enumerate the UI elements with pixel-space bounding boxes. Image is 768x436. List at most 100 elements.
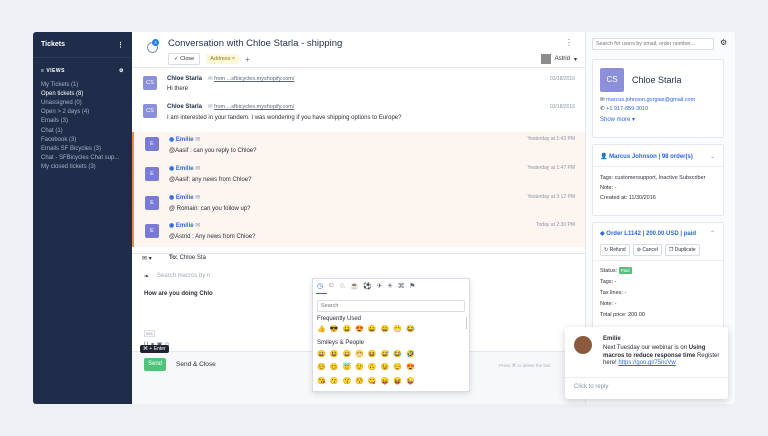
chat-sender: Emilie: [603, 336, 621, 342]
avatar: E: [145, 224, 159, 238]
more-icon[interactable]: ⋮: [565, 38, 573, 47]
emoji[interactable]: 🙃: [368, 363, 377, 371]
emoji[interactable]: 😍: [406, 363, 415, 371]
chevron-up-icon[interactable]: ⌃: [710, 230, 715, 237]
emoji[interactable]: 😀: [368, 325, 377, 333]
emoji[interactable]: 😀: [342, 325, 351, 333]
emoji[interactable]: 😗: [330, 377, 339, 385]
sidebar-item-emails-sf-bicycles[interactable]: Emails SF Bicycles (3): [33, 144, 132, 153]
message-sender: Chloe Starla: [167, 76, 203, 82]
add-tag-button[interactable]: +: [245, 55, 250, 64]
emoji[interactable]: ☺️: [317, 363, 326, 371]
emoji[interactable]: 😛: [381, 377, 390, 385]
animal-icon[interactable]: ♘: [339, 282, 345, 290]
reply-body[interactable]: How are you doing Chlo: [144, 291, 213, 297]
customer-phone[interactable]: ✆ +1 917-859-3010: [600, 106, 648, 112]
emoji[interactable]: 😘: [317, 377, 326, 385]
emoji[interactable]: 😊: [330, 363, 339, 371]
emoji[interactable]: 🤣: [406, 350, 415, 358]
webinar-link[interactable]: https://goo.gl/75ncVw: [618, 360, 675, 366]
emoji[interactable]: 😋: [368, 377, 377, 385]
emoji[interactable]: 😝: [393, 377, 402, 385]
shop-note: Note: -: [600, 185, 617, 191]
recipient-field[interactable]: To: Chloe Sta: [169, 255, 206, 261]
chat-widget[interactable]: Emilie Next Tuesday our webinar is on Us…: [565, 327, 728, 399]
sidebar-item-chat-sfbicycles[interactable]: Chat - SFBicycles Chat sup...: [33, 154, 132, 163]
message-text: I am interested in your tandem. I was wo…: [167, 115, 402, 121]
emoji[interactable]: 😆: [368, 350, 377, 358]
chevron-down-icon[interactable]: ⌄: [710, 153, 715, 160]
chat-reply-input[interactable]: Click to reply: [574, 384, 608, 390]
assignee-dropdown[interactable]: Astrid ▾: [540, 54, 577, 64]
address-tag[interactable]: Address ×: [206, 54, 240, 64]
order-title[interactable]: ◆ Order L1142 | 200.00 USD | paid: [600, 230, 696, 237]
emoji[interactable]: 😅: [381, 350, 390, 358]
smiley-icon[interactable]: ☺: [328, 282, 335, 290]
food-icon[interactable]: ☕: [350, 282, 359, 290]
gear-icon[interactable]: ⚙: [720, 38, 727, 47]
sidebar-item-unassigned[interactable]: Unassigned (0): [33, 98, 132, 107]
message-sender: ◉ Emilie ✉: [169, 166, 201, 172]
send-close-button[interactable]: Send & Close: [172, 358, 220, 371]
sidebar-item-facebook[interactable]: Facebook (3): [33, 135, 132, 144]
macros-search-input[interactable]: Search macros by n: [157, 273, 210, 279]
conversation-header: 3 Conversation with Chloe Starla - shipp…: [132, 32, 585, 68]
emoji[interactable]: 😂: [406, 325, 415, 333]
message-source[interactable]: ✉ from ...sfbicycles.myshopify.com/: [208, 76, 294, 82]
emoji[interactable]: 😄: [342, 350, 351, 358]
emoji[interactable]: 🙂: [355, 363, 364, 371]
flag-icon[interactable]: ⚑: [409, 282, 415, 290]
lightbulb-icon[interactable]: ☀: [387, 282, 393, 290]
emoji[interactable]: 😇: [342, 363, 351, 371]
sidebar-item-open-tickets[interactable]: Open tickets (8): [33, 89, 132, 98]
customer-email[interactable]: ✉ marcus.johnson.gorgias@gmail.com: [600, 97, 695, 103]
emoji[interactable]: 😀: [317, 350, 326, 358]
sidebar-item-emails[interactable]: Emails (3): [33, 117, 132, 126]
sports-icon[interactable]: ⚽: [363, 282, 372, 290]
message-text: @ Romain: can you follow up?: [169, 206, 251, 212]
customer-search-input[interactable]: [592, 38, 714, 50]
attachment-chip[interactable]: sss: [144, 330, 155, 337]
gear-icon[interactable]: ⚙: [119, 68, 124, 74]
close-button[interactable]: ✓ Close: [168, 53, 201, 65]
emoji[interactable]: 😄: [381, 325, 390, 333]
cancel-order-button[interactable]: ⊘ Cancel: [632, 244, 662, 256]
shop-customer-card: 👤 Marcus Johnson | 98 order(s) ⌄ Tags: c…: [592, 144, 724, 216]
emoji[interactable]: 👍: [317, 325, 326, 333]
emoji[interactable]: 😁: [355, 350, 364, 358]
emoji[interactable]: 😌: [393, 363, 402, 371]
symbols-icon[interactable]: ⌘: [398, 282, 405, 290]
scrollbar[interactable]: [465, 317, 467, 329]
reply-channel-select[interactable]: ✉ ▾: [142, 255, 152, 262]
order-actions: ↻ Refund ⊘ Cancel ❐ Duplicate: [600, 244, 700, 256]
emoji[interactable]: 😙: [342, 377, 351, 385]
emoji[interactable]: 😜: [406, 377, 415, 385]
emoji-row: 😘 😗 😙 😚 😋 😛 😝 😜: [317, 377, 415, 385]
message-source[interactable]: ✉ from ...sfbicycles.myshopify.com/: [208, 104, 294, 110]
emoji[interactable]: 😚: [355, 377, 364, 385]
duplicate-button[interactable]: ❐ Duplicate: [664, 244, 700, 256]
shop-customer-title[interactable]: 👤 Marcus Johnson | 98 order(s): [600, 153, 693, 160]
show-more-link[interactable]: Show more ▾: [600, 116, 635, 123]
sidebar-item-my-tickets[interactable]: My Tickets (1): [33, 80, 132, 89]
message-item: CS Chloe Starla ✉ from ...sfbicycles.mys…: [132, 69, 585, 96]
emoji[interactable]: 😃: [330, 350, 339, 358]
user-icon: 👤: [600, 154, 608, 160]
emoji[interactable]: 😂: [393, 350, 402, 358]
sidebar-item-my-closed-tickets[interactable]: My closed tickets (3): [33, 163, 132, 172]
sidebar-item-open-2-days[interactable]: Open > 2 days (4): [33, 108, 132, 117]
send-button[interactable]: Send: [144, 358, 166, 371]
emoji[interactable]: 😍: [355, 325, 364, 333]
emoji[interactable]: 😉: [381, 363, 390, 371]
message-time: Yesterday at 3:12 PM: [527, 194, 575, 200]
refund-button[interactable]: ↻ Refund: [600, 244, 630, 256]
clock-icon[interactable]: ◷: [317, 282, 323, 290]
sidebar: Tickets ⋮ ≡ VIEWS ⚙ My Tickets (1) Open …: [33, 32, 132, 404]
travel-icon[interactable]: ✈: [376, 282, 382, 290]
emoji[interactable]: 😎: [330, 325, 339, 333]
emoji-search-input[interactable]: [317, 300, 465, 312]
sidebar-item-chat[interactable]: Chat (1): [33, 126, 132, 135]
active-tab-indicator: [316, 293, 327, 294]
more-icon[interactable]: ⋮: [117, 41, 124, 49]
emoji[interactable]: 😁: [393, 325, 402, 333]
